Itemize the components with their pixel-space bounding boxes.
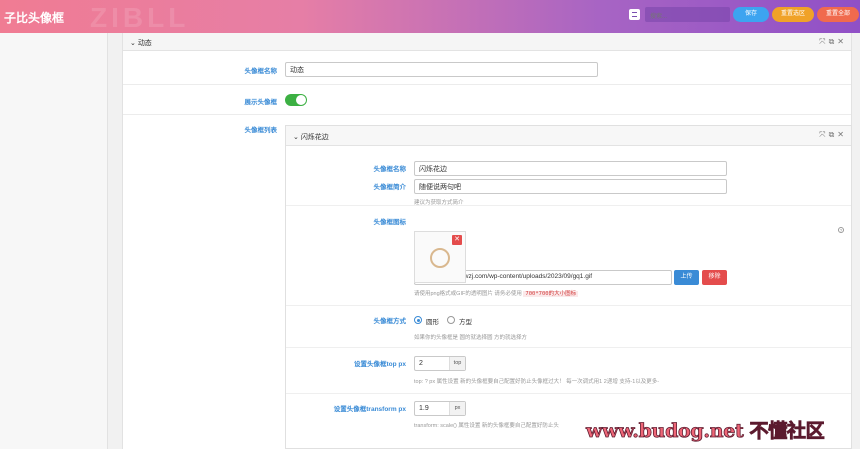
help-icon[interactable]: ? (838, 227, 844, 233)
item-name-row: 头像框名称 闪烁花边 头像框简介 随便说两句吧 建议为获取方式简介 (286, 146, 851, 206)
section-header[interactable]: ⌄ 动态 ⤧⧉✕ (123, 33, 851, 51)
copy-icon[interactable]: ⧉ (829, 37, 838, 46)
delete-image-icon[interactable]: ✕ (452, 235, 462, 245)
item-name-input[interactable]: 闪烁花边 (414, 161, 727, 176)
expand-icon[interactable]: ⤧ (819, 130, 828, 139)
watermark-domain: www.budog.net (586, 420, 745, 443)
item-intro-note: 建议为获取方式简介 (414, 200, 464, 206)
name-input[interactable]: 动态 (285, 62, 598, 77)
transform-unit: px (449, 402, 465, 415)
item-top-label: 设置头像框top px (354, 361, 406, 368)
save-button[interactable]: 保存 (733, 7, 769, 22)
menu-icon[interactable] (629, 9, 640, 20)
item-actions: ⤧⧉✕ (819, 130, 847, 140)
expand-icon[interactable]: ⤧ (819, 37, 828, 46)
item-icon-note: 请使用png格式或GIF的透明图片 请务必使用 700*700的大小图标 (414, 291, 579, 297)
reset-section-button[interactable]: 重置选区 (772, 7, 814, 22)
item-transform-note: transform: scale() 属性设置 新的头像框要自己配置好防止头 (414, 423, 559, 429)
top-bar: ZIBLL 子比头像框 保存 重置选区 重置全部 (0, 0, 860, 33)
remove-button[interactable]: 移除 (702, 270, 727, 285)
style-radio-circle[interactable] (414, 316, 422, 324)
style-option-circle[interactable]: 圆形 (426, 316, 439, 326)
style-option-square[interactable]: 方型 (459, 316, 472, 326)
brand-title: 子比头像框 (4, 11, 65, 25)
reset-all-button[interactable]: 重置全部 (817, 7, 859, 22)
item-icon-row: 头像框图标 https://demo.bpwzj.com/wp-content/… (286, 206, 851, 306)
name-label: 头像框名称 (244, 68, 278, 75)
show-label: 展示头像框 (244, 99, 278, 106)
brand-watermark: ZIBLL (90, 2, 190, 33)
top-input[interactable]: 2 top (414, 356, 466, 371)
search-input[interactable] (645, 7, 730, 22)
item-header[interactable]: ⌄ 闪烁花边 ⤧⧉✕ (286, 126, 851, 146)
item-style-row: 头像框方式 圆形 方型 如果你的头像框是 圆的就选择圆 方的就选择方 (286, 306, 851, 348)
frame-item: ⌄ 闪烁花边 ⤧⧉✕ 头像框名称 闪烁花边 头像框简介 随便说两句吧 建议为获取… (285, 125, 852, 449)
upload-button[interactable]: 上传 (674, 270, 699, 285)
item-icon-label: 头像框图标 (373, 219, 407, 226)
frame-ring-image (430, 248, 450, 268)
site-watermark: www.budog.net 不懂社区 (586, 416, 825, 443)
item-intro-input[interactable]: 随便说两句吧 (414, 179, 727, 194)
section-title: ⌄ 动态 (130, 40, 152, 47)
watermark-name: 不懂社区 (749, 420, 825, 443)
left-sidebar (0, 33, 108, 449)
style-radio-square[interactable] (447, 316, 455, 324)
show-row: 展示头像框 (123, 85, 851, 115)
item-top-row: 设置头像框top px 2 top top: ? px 属性设置 新的头像框要自… (286, 348, 851, 394)
list-label: 头像框列表 (244, 127, 278, 134)
item-style-label: 头像框方式 (373, 318, 407, 325)
item-transform-label: 设置头像框transform px (333, 406, 406, 413)
item-name-label: 头像框名称 (373, 166, 407, 173)
transform-input[interactable]: 1.9 px (414, 401, 466, 416)
settings-panel: ⌄ 动态 ⤧⧉✕ 头像框名称 动态 展示头像框 头像框列表 ⌄ 闪烁花边 ⤧⧉✕… (122, 33, 852, 449)
top-unit: top (449, 357, 465, 370)
copy-icon[interactable]: ⧉ (829, 130, 838, 139)
item-title: ⌄ 闪烁花边 (293, 134, 329, 141)
icon-preview: ✕ (414, 231, 466, 283)
size-tag: 700*700的大小图标 (523, 291, 579, 297)
name-row: 头像框名称 动态 (123, 51, 851, 85)
section-actions: ⤧⧉✕ (819, 37, 847, 47)
close-icon[interactable]: ✕ (837, 37, 847, 46)
item-style-note: 如果你的头像框是 圆的就选择圆 方的就选择方 (414, 335, 528, 341)
show-toggle[interactable] (285, 94, 307, 106)
transform-value: 1.9 (419, 405, 429, 412)
close-icon[interactable]: ✕ (837, 130, 847, 139)
item-top-note: top: ? px 属性设置 新的头像框要自己配置好防止头像框过大！ 每一次调式… (414, 379, 660, 385)
item-intro-label: 头像框简介 (373, 184, 407, 191)
top-value: 2 (419, 360, 423, 367)
